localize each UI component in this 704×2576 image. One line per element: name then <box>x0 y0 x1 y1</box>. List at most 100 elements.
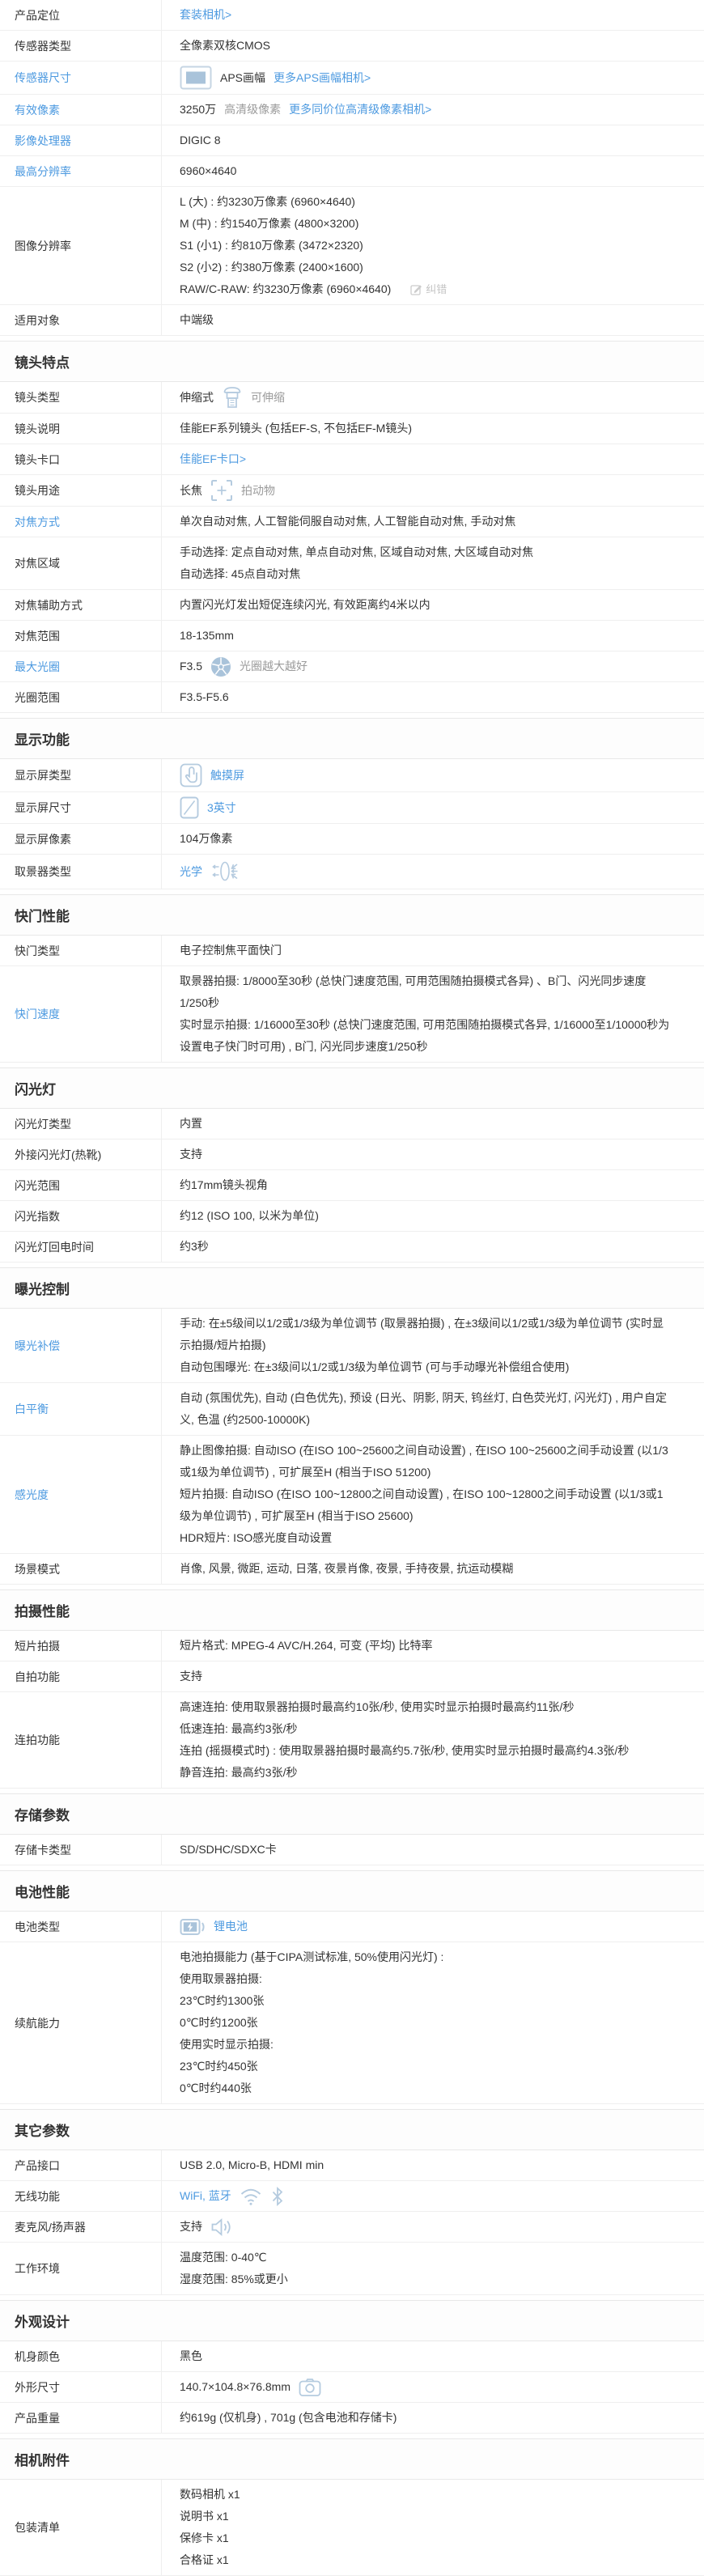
spec-hint: 拍动物 <box>241 480 275 502</box>
spec-value: 内置 <box>162 1109 704 1139</box>
value-line: WiFi, 蓝牙 <box>180 2185 672 2207</box>
value-line: 23℃时约1300张 <box>180 1990 672 2012</box>
spec-value: 约12 (ISO 100, 以米为单位) <box>162 1201 704 1231</box>
value-line: S1 (小1) : 约810万像素 (3472×2320) <box>180 235 672 257</box>
spec-label: 续航能力 <box>0 1942 162 2103</box>
spec-text: 电子控制焦平面快门 <box>180 940 282 961</box>
spec-label[interactable]: 感光度 <box>0 1436 162 1553</box>
value-line: 支持 <box>180 2216 672 2238</box>
spec-text: M (中) : 约1540万像素 (4800×3200) <box>180 213 358 235</box>
spec-value: 短片格式: MPEG-4 AVC/H.264, 可变 (平均) 比特率 <box>162 1631 704 1661</box>
section-header: 镜头特点 <box>0 341 704 382</box>
spec-value: 自动 (氛围优先), 自动 (白色优先), 预设 (日光、阴影, 阴天, 钨丝灯… <box>162 1383 704 1435</box>
value-line: 低速连拍: 最高约3张/秒 <box>180 1718 672 1740</box>
table-row: 取景器类型光学 <box>0 855 704 889</box>
spec-value: 佳能EF卡口> <box>162 444 704 474</box>
value-line: 使用取景器拍摄: <box>180 1968 672 1990</box>
spec-link[interactable]: 光学 <box>180 861 202 883</box>
value-line: 佳能EF卡口> <box>180 448 672 470</box>
spec-text: 18-135mm <box>180 625 234 647</box>
spec-value: 光学 <box>162 855 704 889</box>
spec-value: F3.5光圈越大越好 <box>162 651 704 681</box>
spec-text: RAW/C-RAW: 约3230万像素 (6960×4640) <box>180 278 391 300</box>
spec-value: 触摸屏 <box>162 759 704 791</box>
speaker-icon <box>210 2217 233 2238</box>
spec-text: 静止图像拍摄: 自动ISO (在ISO 100~25600之间自动设置) , 在… <box>180 1440 672 1483</box>
spec-link[interactable]: 更多同价位高清级像素相机> <box>289 99 431 121</box>
table-row: 存储卡类型SD/SDHC/SDXC卡 <box>0 1835 704 1865</box>
spec-label[interactable]: 传感器尺寸 <box>0 62 162 94</box>
value-line: 6960×4640 <box>180 160 672 182</box>
spec-label[interactable]: 对焦方式 <box>0 507 162 537</box>
value-line: 湿度范围: 85%或更小 <box>180 2268 672 2290</box>
value-line: 自动选择: 45点自动对焦 <box>180 563 672 585</box>
spec-text: 使用实时显示拍摄: <box>180 2034 274 2056</box>
value-line: 约619g (仅机身) , 701g (包含电池和存储卡) <box>180 2407 672 2429</box>
spec-link[interactable]: 更多APS画幅相机> <box>274 67 371 89</box>
spec-link[interactable]: 触摸屏 <box>210 765 244 787</box>
spec-text: 支持 <box>180 2216 202 2238</box>
spec-link[interactable]: 佳能EF卡口> <box>180 448 246 470</box>
spec-link[interactable]: 3英寸 <box>207 797 236 819</box>
table-row: 有效像素3250万高清级像素更多同价位高清级像素相机> <box>0 95 704 125</box>
value-line: 佳能EF系列镜头 (包括EF-S, 不包括EF-M镜头) <box>180 418 672 439</box>
spec-label[interactable]: 白平衡 <box>0 1383 162 1435</box>
spec-label[interactable]: 有效像素 <box>0 95 162 125</box>
spec-hint: 光圈越大越好 <box>240 656 307 677</box>
table-row: 白平衡自动 (氛围优先), 自动 (白色优先), 预设 (日光、阴影, 阴天, … <box>0 1383 704 1436</box>
value-line: 0℃时约440张 <box>180 2077 672 2099</box>
value-line: 说明书 x1 <box>180 2506 672 2527</box>
spec-value: APS画幅更多APS画幅相机> <box>162 62 704 94</box>
spec-value: 约619g (仅机身) , 701g (包含电池和存储卡) <box>162 2403 704 2433</box>
spec-value: 锂电池 <box>162 1912 704 1942</box>
spec-label: 对焦辅助方式 <box>0 590 162 620</box>
spec-value: SD/SDHC/SDXC卡 <box>162 1835 704 1865</box>
spec-text: USB 2.0, Micro-B, HDMI min <box>180 2154 324 2176</box>
spec-text: 支持 <box>180 1144 202 1165</box>
spec-label[interactable]: 最大光圈 <box>0 651 162 681</box>
table-row: 场景模式肖像, 风景, 微距, 运动, 日落, 夜景肖像, 夜景, 手持夜景, … <box>0 1554 704 1585</box>
value-line: 肖像, 风景, 微距, 运动, 日落, 夜景肖像, 夜景, 手持夜景, 抗运动模… <box>180 1558 672 1580</box>
spec-link[interactable]: 锂电池 <box>214 1916 248 1937</box>
wifi-icon <box>240 2187 262 2206</box>
spec-hint: 可伸缩 <box>251 387 285 409</box>
value-line: 短片拍摄: 自动ISO (在ISO 100~12800之间自动设置) , 在IS… <box>180 1483 672 1527</box>
spec-label: 存储卡类型 <box>0 1835 162 1865</box>
spec-value: 3英寸 <box>162 792 704 823</box>
value-line: 长焦 拍动物 <box>180 479 672 502</box>
spec-label: 短片拍摄 <box>0 1631 162 1661</box>
spec-hint: 高清级像素 <box>224 99 281 121</box>
spec-value: 支持 <box>162 1661 704 1691</box>
spec-value: 佳能EF系列镜头 (包括EF-S, 不包括EF-M镜头) <box>162 414 704 443</box>
error-report-button[interactable]: 纠错 <box>410 278 447 300</box>
spec-label: 麦克风/扬声器 <box>0 2212 162 2242</box>
table-row: 对焦范围18-135mm <box>0 621 704 651</box>
spec-text: 长焦 <box>180 480 202 502</box>
spec-text: 单次自动对焦, 人工智能伺服自动对焦, 人工智能自动对焦, 手动对焦 <box>180 511 515 533</box>
spec-value: 全像素双核CMOS <box>162 31 704 61</box>
spec-text: 约17mm镜头视角 <box>180 1174 268 1196</box>
spec-label: 显示屏像素 <box>0 824 162 854</box>
lens-icon <box>222 386 243 409</box>
spec-label[interactable]: 快门速度 <box>0 966 162 1062</box>
table-row: 续航能力电池拍摄能力 (基于CIPA测试标准, 50%使用闪光灯) :使用取景器… <box>0 1942 704 2104</box>
spec-label[interactable]: 影像处理器 <box>0 125 162 155</box>
spec-value: 支持 <box>162 1139 704 1169</box>
value-line: 静止图像拍摄: 自动ISO (在ISO 100~25600之间自动设置) , 在… <box>180 1440 672 1483</box>
spec-label[interactable]: 曝光补偿 <box>0 1309 162 1382</box>
spec-label: 工作环境 <box>0 2243 162 2294</box>
spec-link[interactable]: 套装相机> <box>180 4 231 26</box>
spec-label[interactable]: 最高分辨率 <box>0 156 162 186</box>
telephoto-icon <box>210 479 233 502</box>
value-line: 18-135mm <box>180 625 672 647</box>
spec-text: F3.5-F5.6 <box>180 686 229 708</box>
battery-icon <box>180 1917 206 1937</box>
spec-label: 光圈范围 <box>0 682 162 712</box>
spec-text: 数码相机 x1 <box>180 2484 240 2506</box>
value-line: 静音连拍: 最高约3张/秒 <box>180 1762 672 1784</box>
value-line: 触摸屏 <box>180 763 672 787</box>
spec-link[interactable]: WiFi, 蓝牙 <box>180 2185 231 2207</box>
spec-text: 电池拍摄能力 (基于CIPA测试标准, 50%使用闪光灯) : <box>180 1946 443 1968</box>
spec-label: 产品重量 <box>0 2403 162 2433</box>
spec-text: 实时显示拍摄: 1/16000至30秒 (总快门速度范围, 可用范围随拍摄模式各… <box>180 1014 672 1058</box>
